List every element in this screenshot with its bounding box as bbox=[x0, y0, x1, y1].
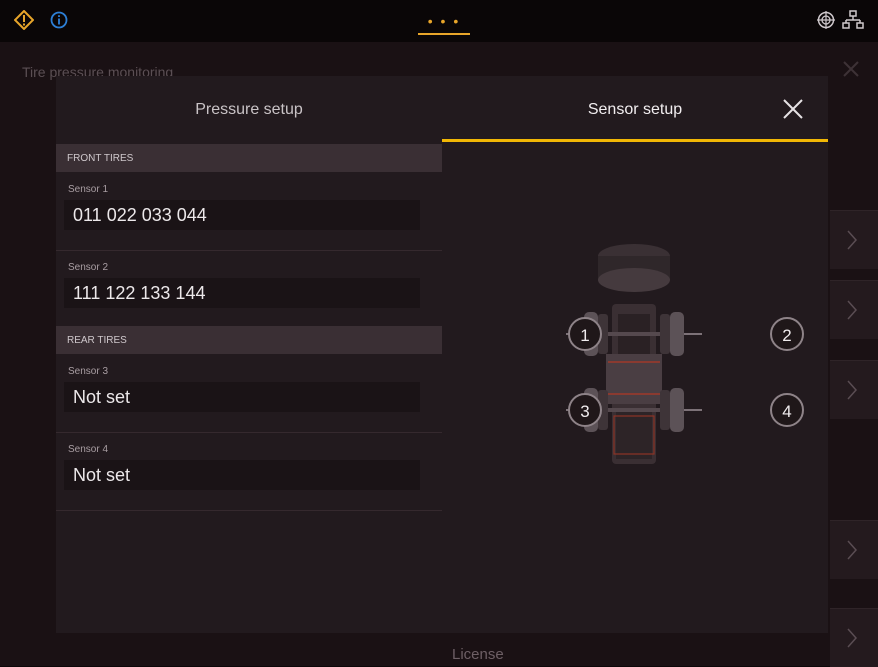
sensor-id-field[interactable]: 111 122 133 144 bbox=[64, 278, 420, 308]
sensor-label: Sensor 2 bbox=[68, 262, 109, 273]
sensor-id-value: 011 022 033 044 bbox=[73, 205, 207, 225]
sensor-position-4-button[interactable]: 4 bbox=[770, 393, 804, 427]
sensor-label: Sensor 3 bbox=[68, 366, 109, 377]
background-list-item[interactable] bbox=[830, 360, 878, 419]
menu-handle-line bbox=[418, 33, 470, 35]
vehicle-diagram-panel: 1 2 3 4 bbox=[442, 142, 828, 633]
sensor-row-3[interactable]: Sensor 3 Not set bbox=[56, 354, 442, 433]
front-tires-header: FRONT TIRES bbox=[56, 144, 442, 172]
background-list-item[interactable] bbox=[830, 280, 878, 339]
sensor-id-field[interactable]: 011 022 033 044 bbox=[64, 200, 420, 230]
sensor-id-field[interactable]: Not set bbox=[64, 382, 420, 412]
sensor-row-1[interactable]: Sensor 1 011 022 033 044 bbox=[56, 172, 442, 251]
close-icon[interactable] bbox=[782, 98, 804, 120]
background-close-icon[interactable] bbox=[842, 60, 860, 78]
sensor-position-3-button[interactable]: 3 bbox=[568, 393, 602, 427]
license-label[interactable]: License bbox=[452, 646, 504, 663]
sensor-position-1-button[interactable]: 1 bbox=[568, 317, 602, 351]
sensor-position-2-button[interactable]: 2 bbox=[770, 317, 804, 351]
info-icon[interactable] bbox=[50, 11, 68, 29]
network-icon[interactable] bbox=[842, 10, 864, 30]
chevron-right-icon bbox=[847, 300, 858, 320]
gps-icon[interactable] bbox=[816, 10, 836, 30]
sensor-label: Sensor 4 bbox=[68, 444, 109, 455]
sensor-id-field[interactable]: Not set bbox=[64, 460, 420, 490]
sensor-label: Sensor 1 bbox=[68, 184, 109, 195]
tab-pressure-setup[interactable]: Pressure setup bbox=[56, 76, 442, 142]
chevron-right-icon bbox=[847, 380, 858, 400]
vehicle-chassis-illustration bbox=[566, 244, 702, 464]
sensor-id-value: Not set bbox=[73, 465, 131, 485]
menu-dots-button[interactable]: • • • bbox=[422, 13, 466, 31]
background-list-item[interactable] bbox=[830, 608, 878, 667]
tab-sensor-setup[interactable]: Sensor setup bbox=[442, 76, 828, 142]
rear-tires-header: REAR TIRES bbox=[56, 326, 442, 354]
sensor-row-2[interactable]: Sensor 2 111 122 133 144 bbox=[56, 250, 442, 329]
background-list-item[interactable] bbox=[830, 210, 878, 269]
background-list-item[interactable] bbox=[830, 520, 878, 579]
sensor-row-4[interactable]: Sensor 4 Not set bbox=[56, 432, 442, 511]
status-bar: • • • bbox=[0, 0, 878, 42]
chevron-right-icon bbox=[847, 230, 858, 250]
sensor-list: FRONT TIRES Sensor 1 011 022 033 044 Sen… bbox=[56, 142, 442, 633]
sensor-id-value: Not set bbox=[73, 387, 131, 407]
chevron-right-icon bbox=[847, 628, 858, 648]
chevron-right-icon bbox=[847, 540, 858, 560]
sensor-id-value: 111 122 133 144 bbox=[73, 283, 206, 303]
sensor-dialog: Pressure setup Sensor setup FRONT TIRES … bbox=[56, 76, 828, 633]
warning-icon[interactable] bbox=[14, 10, 34, 30]
